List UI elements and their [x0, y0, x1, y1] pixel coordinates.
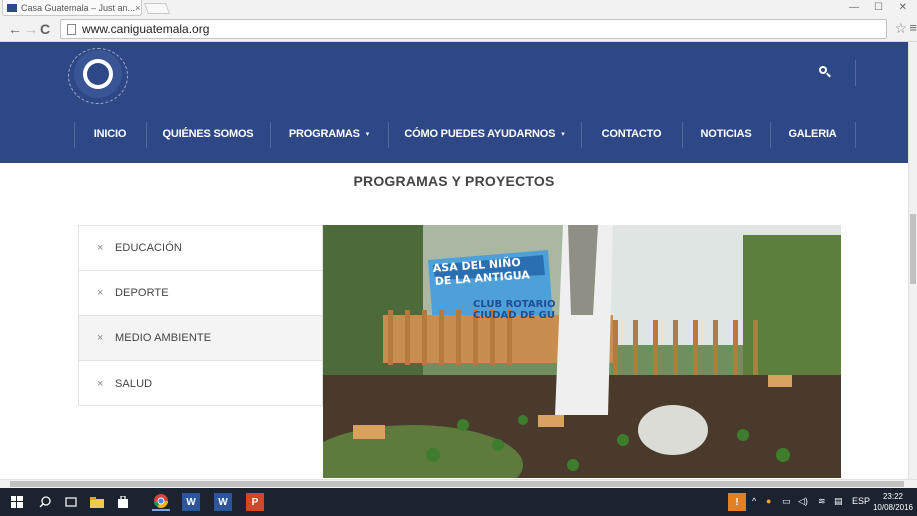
window-minimize-icon[interactable]: —	[849, 2, 859, 13]
header-divider	[855, 60, 856, 86]
language-indicator[interactable]: ESP	[852, 496, 870, 506]
address-bar-url: www.caniguatemala.org	[82, 22, 210, 36]
page-title: PROGRAMAS Y PROYECTOS	[353, 173, 555, 189]
site-logo[interactable]	[68, 48, 128, 104]
browser-tabstrip: Casa Guatemala – Just an... × — ☐ ✕	[0, 0, 917, 16]
nav-item-label: CÓMO PUEDES AYUDARNOS	[404, 128, 556, 140]
chevron-up-icon[interactable]: ^	[752, 496, 756, 506]
browser-tab[interactable]: Casa Guatemala – Just an... ×	[2, 0, 142, 16]
tab-title: Casa Guatemala – Just an...	[21, 2, 136, 13]
nav-item-programas[interactable]: PROGRAMAS ▾	[270, 118, 388, 150]
clock-date: 10/08/2016	[872, 503, 914, 512]
system-clock[interactable]: 23:22 10/08/2016	[871, 491, 915, 513]
network-icon[interactable]: ≋	[818, 496, 826, 507]
main-nav: INICIO QUIÉNES SOMOS PROGRAMAS ▾ CÓMO PU…	[0, 118, 908, 150]
nav-item-noticias[interactable]: NOTICIAS	[682, 118, 770, 150]
search-icon[interactable]	[817, 64, 835, 82]
tab-close-icon[interactable]: ×	[135, 3, 140, 13]
chevron-down-icon: ▾	[561, 131, 565, 138]
battery-icon[interactable]: ▭	[782, 496, 791, 507]
volume-icon[interactable]: ◁)	[798, 496, 808, 507]
nav-item-label: GALERIA	[788, 128, 837, 140]
program-list: × EDUCACIÓN × DEPORTE × MEDIO AMBIENTE ×…	[78, 225, 323, 406]
garden-photo-image: ASA DEL NIÑO DE LA ANTIGUA CLUB ROTARIO …	[323, 225, 841, 478]
tray-app-icon[interactable]: ●	[766, 496, 771, 506]
site-favicon-icon	[7, 3, 17, 12]
program-label: MEDIO AMBIENTE	[115, 332, 212, 344]
windows-start-icon[interactable]	[8, 493, 26, 511]
search-icon[interactable]	[36, 493, 54, 511]
notification-app-icon[interactable]: !	[728, 493, 746, 511]
word-icon[interactable]: W	[182, 493, 200, 511]
chrome-icon[interactable]	[152, 493, 170, 511]
program-item-educacion[interactable]: × EDUCACIÓN	[79, 226, 322, 271]
nav-item-label: PROGRAMAS	[288, 128, 360, 140]
address-bar[interactable]: www.caniguatemala.org	[60, 19, 887, 39]
new-tab-button[interactable]	[143, 3, 171, 14]
nav-item-como-puedes-ayudarnos[interactable]: CÓMO PUEDES AYUDARNOS ▾	[388, 118, 581, 150]
store-icon[interactable]	[114, 493, 132, 511]
page-vertical-scrollbar[interactable]	[908, 42, 917, 479]
page-horizontal-scrollbar[interactable]	[0, 479, 917, 488]
nav-item-inicio[interactable]: INICIO	[74, 118, 146, 150]
close-icon: ×	[97, 377, 104, 390]
close-icon: ×	[97, 332, 104, 344]
browser-menu-icon[interactable]: ≡	[909, 21, 917, 35]
action-center-icon[interactable]: ▤	[834, 496, 843, 507]
program-item-medio-ambiente[interactable]: × MEDIO AMBIENTE	[79, 316, 322, 361]
program-label: SALUD	[115, 377, 153, 390]
nav-item-label: INICIO	[93, 128, 127, 140]
program-item-deporte[interactable]: × DEPORTE	[79, 271, 322, 316]
nav-item-label: CONTACTO	[601, 128, 662, 140]
forward-arrow-icon[interactable]: →	[24, 20, 38, 38]
window-close-icon[interactable]: ✕	[899, 2, 907, 13]
file-explorer-icon[interactable]	[88, 493, 106, 511]
close-icon: ×	[97, 242, 104, 254]
bookmark-star-icon[interactable]: ☆	[894, 21, 907, 35]
photo-banner-line4: CIUDAD DE GU	[473, 310, 555, 321]
task-view-icon[interactable]	[62, 493, 80, 511]
nav-item-label: QUIÉNES SOMOS	[162, 128, 254, 140]
close-icon: ×	[97, 287, 104, 299]
nav-item-galeria[interactable]: GALERIA	[770, 118, 855, 150]
program-label: EDUCACIÓN	[115, 242, 182, 254]
page-icon	[67, 23, 76, 35]
logo-ring-icon	[68, 48, 128, 104]
chevron-down-icon: ▾	[365, 131, 370, 138]
clock-time: 23:22	[882, 492, 904, 501]
nav-item-label: NOTICIAS	[700, 128, 752, 140]
nav-item-contacto[interactable]: CONTACTO	[581, 118, 682, 150]
powerpoint-icon[interactable]: P	[246, 493, 264, 511]
site-header: INICIO QUIÉNES SOMOS PROGRAMAS ▾ CÓMO PU…	[0, 42, 908, 163]
word-icon[interactable]: W	[214, 493, 232, 511]
nav-item-quienes-somos[interactable]: QUIÉNES SOMOS	[146, 118, 270, 150]
program-item-salud[interactable]: × SALUD	[79, 361, 322, 406]
program-photo: ASA DEL NIÑO DE LA ANTIGUA CLUB ROTARIO …	[323, 225, 841, 478]
reload-icon[interactable]: C	[40, 20, 50, 38]
vertical-scroll-thumb[interactable]	[910, 214, 916, 284]
photo-banner-line3: CLUB ROTARIO	[473, 299, 556, 310]
back-arrow-icon[interactable]: ←	[8, 20, 22, 38]
program-label: DEPORTE	[115, 287, 169, 299]
browser-toolbar: ← → C www.caniguatemala.org ☆ ≡	[0, 16, 917, 42]
window-maximize-icon[interactable]: ☐	[874, 2, 883, 13]
windows-taskbar: W W P ! ^ ● ▭ ◁) ≋ ▤ ESP 23:22 10/08/201…	[0, 488, 917, 516]
nav-divider	[855, 122, 856, 148]
horizontal-scroll-thumb[interactable]	[10, 481, 904, 487]
